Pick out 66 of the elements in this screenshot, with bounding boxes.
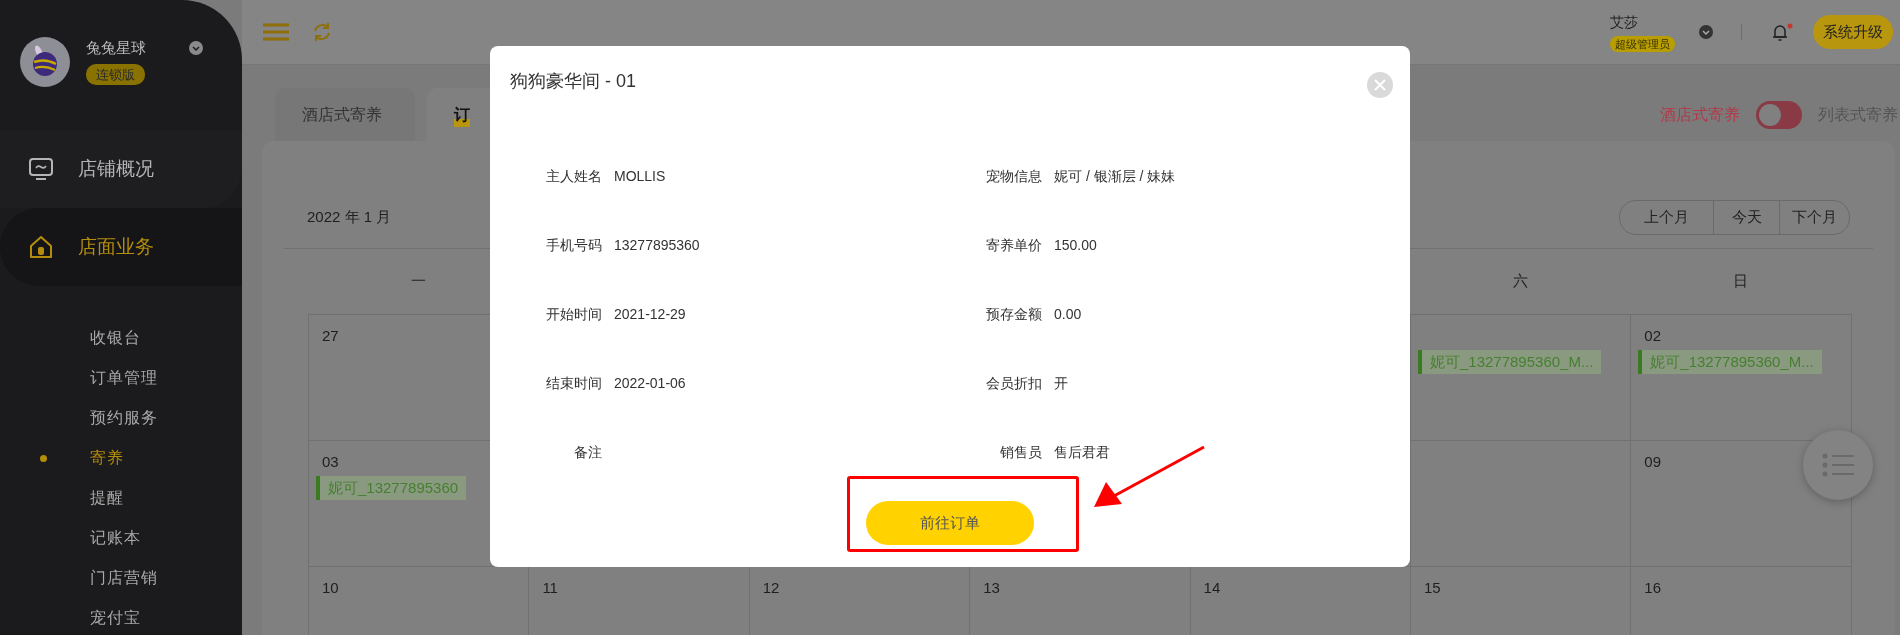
month-title: 2022 年 1 月 <box>307 207 392 227</box>
field-value: 0.00 <box>1054 305 1082 324</box>
field-value: MOLLIS <box>614 167 666 186</box>
nav-subitem[interactable]: 寄养 <box>0 438 242 478</box>
field-value: 2022-01-06 <box>614 374 686 393</box>
list-icon <box>1822 453 1854 477</box>
dialog-title: 狗狗豪华间 - 01 <box>510 70 638 93</box>
weekday-label: 六 <box>1512 272 1528 289</box>
view-label: 酒店式寄养 <box>1660 104 1740 125</box>
date-number: 03 <box>321 451 339 472</box>
field-value: 妮可 / 银渐层 / 妹妹 <box>1054 167 1176 186</box>
date-number: 16 <box>1643 577 1662 598</box>
upgrade-button[interactable]: 系统升级 <box>1813 14 1893 50</box>
nav-subitem[interactable]: 预约服务 <box>0 398 242 438</box>
date-number: 15 <box>1422 577 1441 598</box>
nav-subitem[interactable]: 订单管理 <box>0 358 242 398</box>
weekday-label: 日 <box>1733 272 1749 289</box>
dropdown-icon[interactable] <box>1699 25 1713 39</box>
field-label: 备注 <box>573 443 602 462</box>
view-toggle[interactable] <box>1756 100 1802 129</box>
date-number: 10 <box>321 577 339 598</box>
house-icon <box>28 234 54 260</box>
field-label: 手机号码 <box>545 236 602 255</box>
date-number: 12 <box>761 577 780 598</box>
field-label: 结束时间 <box>545 374 602 393</box>
field-value: 2021-12-29 <box>614 305 686 324</box>
menu-icon[interactable] <box>262 22 290 42</box>
user-name: 艾莎 <box>1610 12 1638 32</box>
dropdown-icon[interactable] <box>188 40 204 56</box>
store-name: 兔兔星球 <box>86 38 146 58</box>
nav-subitem[interactable]: 记账本 <box>0 518 242 558</box>
field-value: 13277895360 <box>614 236 700 255</box>
weekday-label: 一 <box>410 272 426 289</box>
nav-subitem[interactable]: 收银台 <box>0 318 242 358</box>
field-value: 售后君君 <box>1054 443 1110 462</box>
field-label: 预存金额 <box>985 305 1042 324</box>
close-icon <box>1373 78 1387 92</box>
go-to-order-button[interactable]: 前往订单 <box>866 501 1034 545</box>
monitor-icon <box>28 157 54 181</box>
date-number: 11 <box>541 577 558 598</box>
field-label: 寄养单价 <box>985 236 1042 255</box>
date-number: 13 <box>982 577 1000 598</box>
field-value: 150.00 <box>1054 236 1097 255</box>
edition-badge: 连锁版 <box>86 63 145 85</box>
month-nav-button[interactable]: 下个月 <box>1779 200 1850 235</box>
role-badge: 超级管理员 <box>1610 35 1675 53</box>
nav-item[interactable]: 店面业务 <box>0 208 242 286</box>
active-dot <box>40 454 47 462</box>
nav-subitem[interactable]: 宠付宝 <box>0 598 242 635</box>
date-number: 09 <box>1643 451 1662 472</box>
date-number: 02 <box>1643 325 1662 346</box>
field-label: 开始时间 <box>545 305 602 324</box>
month-nav-button[interactable]: 上个月 <box>1619 200 1714 235</box>
month-nav-button[interactable]: 今天 <box>1713 200 1780 235</box>
nav-subitem[interactable]: 提醒 <box>0 478 242 518</box>
field-value: 开 <box>1054 374 1068 393</box>
date-number: 27 <box>321 325 339 346</box>
field-label: 主人姓名 <box>545 167 602 186</box>
date-number: 14 <box>1202 577 1221 598</box>
refresh-icon[interactable] <box>312 22 332 42</box>
field-label: 销售员 <box>999 443 1042 462</box>
bell-icon[interactable] <box>1772 23 1793 41</box>
close-button[interactable] <box>1367 72 1393 98</box>
nav-subitem[interactable]: 门店营销 <box>0 558 242 598</box>
field-label: 宠物信息 <box>985 167 1042 186</box>
field-label: 会员折扣 <box>985 374 1042 393</box>
